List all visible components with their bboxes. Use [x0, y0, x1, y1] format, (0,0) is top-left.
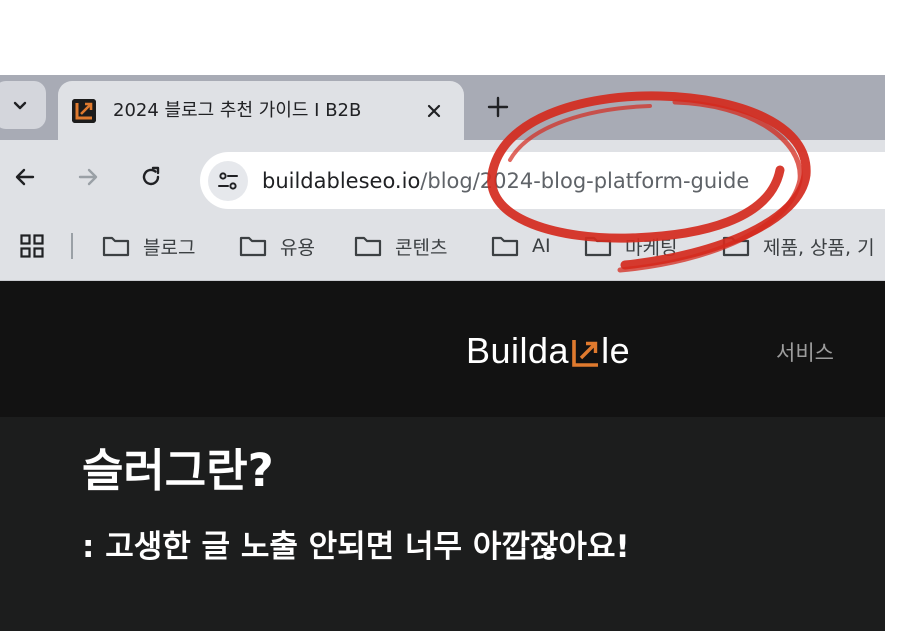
url-text[interactable]: buildableseo.io/blog/2024-blog-platform-…: [262, 167, 749, 195]
folder-icon: [584, 236, 612, 257]
reload-icon: [142, 166, 160, 186]
tab-title-fade: [358, 95, 410, 125]
hero-section: 슬러그란? : 고생한 글 노출 안되면 너무 아깝잖아요!: [0, 417, 885, 631]
bookmarks-bar: 블로그 유용 콘텐츠 AI 마케팅 제품, 상품, 기: [0, 213, 885, 281]
bookmark-label: 콘텐츠: [395, 236, 448, 259]
apps-grid-icon[interactable]: [20, 234, 44, 258]
nav-link-service[interactable]: 서비스: [776, 337, 834, 367]
tab-strip: 2024 블로그 추천 가이드 I B2B: [0, 75, 885, 141]
site-info-button[interactable]: [208, 161, 248, 201]
tab-close-button[interactable]: [420, 97, 448, 125]
bookmark-label: AI: [532, 235, 551, 257]
logo-text-prefix: Builda: [466, 330, 570, 371]
folder-icon: [354, 236, 382, 257]
new-tab-button[interactable]: [482, 91, 514, 123]
hero-subtitle: : 고생한 글 노출 안되면 너무 아깝잖아요!: [82, 529, 630, 565]
site-logo[interactable]: Builda le: [466, 329, 630, 373]
active-tab[interactable]: 2024 블로그 추천 가이드 I B2B: [58, 81, 464, 141]
folder-icon: [722, 236, 750, 257]
address-bar[interactable]: buildableseo.io/blog/2024-blog-platform-…: [200, 152, 885, 209]
url-domain: buildableseo.io: [262, 169, 421, 193]
bookmark-folder[interactable]: 콘텐츠: [354, 230, 447, 262]
close-icon: [427, 104, 441, 118]
buildable-favicon-icon: [72, 99, 96, 123]
folder-icon: [239, 236, 267, 257]
bookmark-folder[interactable]: AI: [491, 230, 551, 262]
reload-button[interactable]: [134, 160, 168, 194]
bookmark-folder[interactable]: 마케팅: [584, 230, 677, 262]
back-arrow-icon: [15, 168, 35, 186]
chevron-down-icon: [13, 101, 27, 110]
tab-search-button[interactable]: [0, 81, 46, 129]
bookmark-label: 제품, 상품, 기: [763, 236, 875, 259]
bookmark-label: 마케팅: [625, 236, 678, 259]
toolbar: buildableseo.io/blog/2024-blog-platform-…: [0, 140, 885, 213]
bookmark-label: 블로그: [143, 236, 196, 259]
tune-icon: [218, 172, 238, 190]
logo-mark-icon: [572, 340, 599, 367]
folder-icon: [491, 236, 519, 257]
back-button[interactable]: [8, 160, 42, 194]
plus-icon: [487, 96, 509, 118]
forward-button[interactable]: [71, 160, 105, 194]
browser-window: 2024 블로그 추천 가이드 I B2B buildableseo.io/bl…: [0, 75, 885, 631]
bookmarks-separator: [71, 233, 73, 259]
bookmark-folder[interactable]: 블로그: [102, 230, 195, 262]
url-path: /blog/2024-blog-platform-guide: [420, 169, 750, 193]
bookmark-folder[interactable]: 제품, 상품, 기: [722, 230, 875, 262]
hero-title: 슬러그란?: [82, 444, 274, 497]
bookmark-folder[interactable]: 유용: [239, 230, 315, 262]
logo-text-suffix: le: [601, 330, 631, 371]
site-header: Builda le 서비스: [0, 281, 885, 417]
folder-icon: [102, 236, 130, 257]
forward-arrow-icon: [78, 168, 98, 186]
bookmark-label: 유용: [280, 236, 315, 259]
